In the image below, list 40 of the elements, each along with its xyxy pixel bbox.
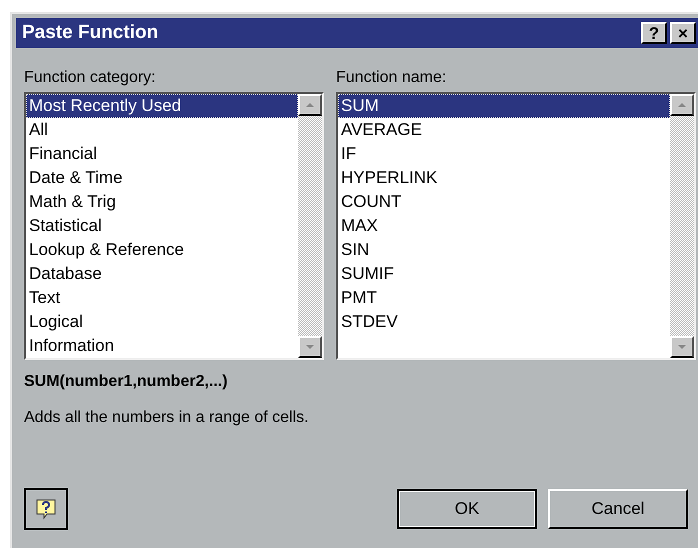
help-button[interactable]: ?: [641, 22, 667, 44]
list-item[interactable]: AVERAGE: [338, 118, 670, 142]
list-item[interactable]: Statistical: [26, 214, 298, 238]
list-item[interactable]: SIN: [338, 238, 670, 262]
function-list[interactable]: SUM AVERAGE IF HYPERLINK COUNT MAX SIN SUMIF PMT STDEV: [336, 92, 696, 360]
help-icon: [34, 497, 58, 521]
cancel-button[interactable]: Cancel: [548, 489, 688, 529]
list-item[interactable]: Date & Time: [26, 166, 298, 190]
list-item[interactable]: HYPERLINK: [338, 166, 670, 190]
list-item[interactable]: IF: [338, 142, 670, 166]
list-item[interactable]: Text: [26, 286, 298, 310]
list-item[interactable]: SUM: [338, 94, 670, 118]
scroll-down-button[interactable]: [670, 336, 694, 358]
list-item[interactable]: SUMIF: [338, 262, 670, 286]
scrollbar[interactable]: [298, 94, 322, 358]
list-item[interactable]: Database: [26, 262, 298, 286]
ok-button[interactable]: OK: [397, 489, 537, 529]
field-label: Function category:: [24, 68, 157, 88]
list-item[interactable]: Logical: [26, 310, 298, 334]
scroll-up-button[interactable]: [670, 94, 694, 116]
list-item[interactable]: Lookup & Reference: [26, 238, 298, 262]
close-button[interactable]: ×: [670, 22, 696, 44]
function-description: Adds all the numbers in a range of cells.: [24, 409, 309, 426]
list-item[interactable]: COUNT: [338, 190, 670, 214]
list-item[interactable]: STDEV: [338, 310, 670, 334]
help-button[interactable]: [24, 488, 68, 530]
scrollbar[interactable]: [670, 94, 694, 358]
list-item[interactable]: MAX: [338, 214, 670, 238]
list-item[interactable]: Most Recently Used: [26, 94, 298, 118]
window-title: Paste Function: [22, 20, 160, 45]
list-item[interactable]: Financial: [26, 142, 298, 166]
list-item[interactable]: PMT: [338, 286, 670, 310]
category-list[interactable]: Most Recently Used All Financial Date & Time Math & Trig Statistical Lookup & Reference Database Text Logical Information: [24, 92, 324, 360]
scroll-down-button[interactable]: [298, 336, 322, 358]
list-item[interactable]: All: [26, 118, 298, 142]
function-signature: SUM(number1,number2,...): [24, 373, 228, 390]
field-label: Function name:: [336, 68, 448, 88]
list-item[interactable]: Math & Trig: [26, 190, 298, 214]
scroll-up-button[interactable]: [298, 94, 322, 116]
list-item[interactable]: Information: [26, 334, 298, 358]
